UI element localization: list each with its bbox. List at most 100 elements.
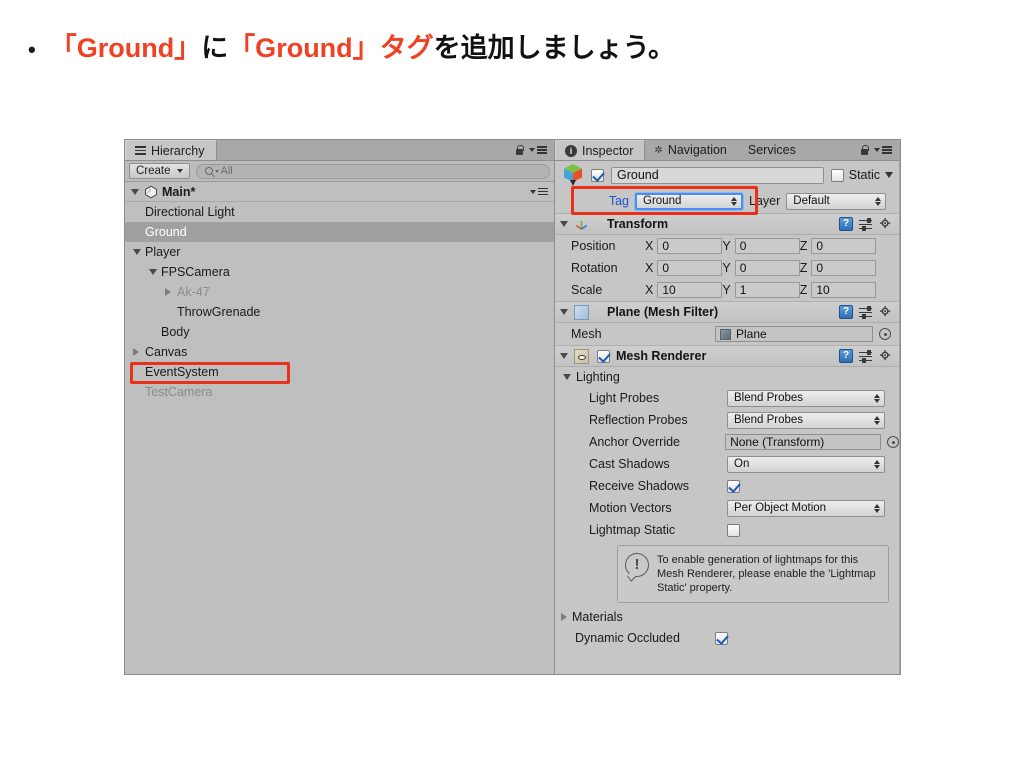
hierarchy-menu-icon[interactable]: [529, 146, 547, 154]
preset-icon[interactable]: [859, 350, 873, 363]
receive-shadows-label: Receive Shadows: [589, 479, 690, 493]
hierarchy-item-ak-47[interactable]: Ak-47: [125, 282, 554, 302]
transform-position-z-input[interactable]: 0: [811, 238, 877, 254]
title-part-1: 「Ground」: [49, 33, 202, 63]
navigation-icon: ✲: [654, 144, 663, 156]
hierarchy-search-input[interactable]: All: [195, 163, 550, 179]
cast-shadows-dropdown[interactable]: On: [727, 455, 885, 473]
hierarchy-scene-row[interactable]: Main*: [125, 182, 554, 202]
static-checkbox[interactable]: [830, 168, 844, 182]
receive-shadows-checkbox[interactable]: [727, 479, 740, 493]
scene-menu-icon[interactable]: [530, 187, 554, 196]
title-part-3: 「Ground」タグ: [228, 33, 434, 63]
hierarchy-item-testcamera[interactable]: TestCamera: [125, 382, 554, 402]
tab-navigation[interactable]: ✲ Navigation: [645, 140, 738, 160]
axis-label-z: Z: [799, 261, 808, 275]
create-button[interactable]: Create: [129, 163, 190, 179]
transform-scale-x-input[interactable]: 10: [657, 282, 723, 298]
reflection-probes-dropdown[interactable]: Blend Probes: [727, 411, 885, 429]
scene-name: Main*: [162, 184, 196, 199]
lighting-section-header[interactable]: Lighting: [555, 367, 899, 387]
mesh-value: Plane: [736, 327, 767, 341]
expand-icon[interactable]: [149, 269, 161, 275]
inspector-menu-icon[interactable]: [874, 146, 892, 154]
transform-scale-z-input[interactable]: 10: [811, 282, 877, 298]
gear-icon[interactable]: [879, 349, 893, 363]
dynamic-occluded-checkbox[interactable]: [715, 631, 728, 645]
preset-icon[interactable]: [859, 306, 873, 319]
gear-icon[interactable]: [879, 217, 893, 231]
collapse-icon[interactable]: [165, 288, 177, 296]
static-dropdown-chevron-icon[interactable]: [885, 172, 893, 178]
inspector-lock-icon[interactable]: [860, 144, 869, 156]
static-label: Static: [848, 168, 880, 182]
hierarchy-item-canvas[interactable]: Canvas: [125, 342, 554, 362]
layer-dropdown[interactable]: Default: [786, 192, 887, 210]
transform-row-rotation: Rotation X 0 Y 0 Z 0: [555, 257, 899, 279]
tag-label: Tag: [608, 194, 629, 208]
hierarchy-item-directional-light[interactable]: Directional Light: [125, 202, 554, 222]
materials-section-header[interactable]: Materials: [555, 607, 899, 627]
gear-icon[interactable]: [879, 305, 893, 319]
tab-hierarchy-label: Hierarchy: [151, 143, 205, 158]
help-icon[interactable]: ?: [839, 217, 853, 231]
lighting-expand-icon[interactable]: [563, 374, 571, 380]
transform-title: Transform: [607, 217, 669, 231]
transform-expand-icon[interactable]: [560, 221, 568, 227]
scene-expand-icon[interactable]: [131, 188, 139, 195]
transform-rotation-z-input[interactable]: 0: [811, 260, 877, 276]
light-probes-label: Light Probes: [589, 391, 660, 405]
hierarchy-item-ground[interactable]: Ground: [125, 222, 554, 242]
lightmap-help-text: To enable generation of lightmaps for th…: [657, 554, 876, 594]
anchor-override-picker-icon[interactable]: [887, 436, 899, 448]
expand-icon[interactable]: [133, 249, 145, 255]
motion-vectors-dropdown[interactable]: Per Object Motion: [727, 499, 885, 517]
title-part-2: に: [201, 33, 229, 63]
transform-rotation-label: Rotation: [571, 261, 618, 275]
transform-component-header[interactable]: Transform ?: [555, 213, 899, 235]
tab-hierarchy[interactable]: Hierarchy: [125, 140, 217, 160]
transform-rotation-y-input[interactable]: 0: [734, 260, 800, 276]
transform-row-scale: Scale X 10 Y 1 Z 10: [555, 279, 899, 301]
light-probes-dropdown[interactable]: Blend Probes: [727, 389, 885, 407]
tab-services[interactable]: Services: [739, 140, 808, 160]
tab-inspector[interactable]: i Inspector: [555, 140, 646, 160]
mesh-picker-icon[interactable]: [879, 328, 891, 340]
transform-rotation-y-value: 0: [739, 261, 747, 275]
mesh-object-field[interactable]: Plane: [715, 326, 873, 342]
meshfilter-title: Plane (Mesh Filter): [607, 305, 719, 319]
tag-layer-row: Tag Ground Layer Default: [555, 186, 899, 215]
meshrenderer-enabled-checkbox[interactable]: [597, 349, 610, 363]
meshfilter-component-header[interactable]: Plane (Mesh Filter) ?: [555, 301, 899, 323]
transform-scale-y-input[interactable]: 1: [734, 282, 800, 298]
transform-position-x-input[interactable]: 0: [657, 238, 723, 254]
hierarchy-item-fpscamera[interactable]: FPSCamera: [125, 262, 554, 282]
collapse-icon[interactable]: [133, 348, 145, 356]
help-icon[interactable]: ?: [839, 305, 853, 319]
meshfilter-header-icons: ?: [839, 305, 893, 319]
static-toggle-group[interactable]: Static: [830, 168, 893, 182]
lock-icon[interactable]: [515, 144, 524, 156]
bullet-marker: •: [28, 37, 36, 62]
hierarchy-item-player[interactable]: Player: [125, 242, 554, 262]
preset-icon[interactable]: [859, 218, 873, 231]
materials-expand-icon[interactable]: [561, 613, 567, 621]
meshrenderer-expand-icon[interactable]: [560, 353, 568, 359]
layer-label: Layer: [749, 194, 781, 208]
help-icon[interactable]: ?: [839, 349, 853, 363]
hierarchy-item-eventsystem[interactable]: EventSystem: [125, 362, 554, 382]
transform-position-y-input[interactable]: 0: [734, 238, 800, 254]
meshrenderer-component-header[interactable]: Mesh Renderer ?: [555, 345, 899, 367]
transform-position-y-value: 0: [739, 239, 747, 253]
transform-rotation-x-input[interactable]: 0: [657, 260, 723, 276]
lightmap-static-checkbox[interactable]: [727, 523, 740, 537]
tag-dropdown[interactable]: Ground: [635, 192, 743, 210]
gameobject-name-input[interactable]: Ground: [611, 166, 824, 184]
renderer-row-cast-shadows: Cast Shadows On: [555, 453, 899, 475]
mesh-label: Mesh: [571, 327, 602, 341]
hierarchy-item-body[interactable]: Body: [125, 322, 554, 342]
hierarchy-item-throwgrenade[interactable]: ThrowGrenade: [125, 302, 554, 322]
gameobject-enabled-checkbox[interactable]: [591, 168, 604, 182]
anchor-override-object-field[interactable]: None (Transform): [725, 434, 881, 450]
meshfilter-expand-icon[interactable]: [560, 309, 568, 315]
